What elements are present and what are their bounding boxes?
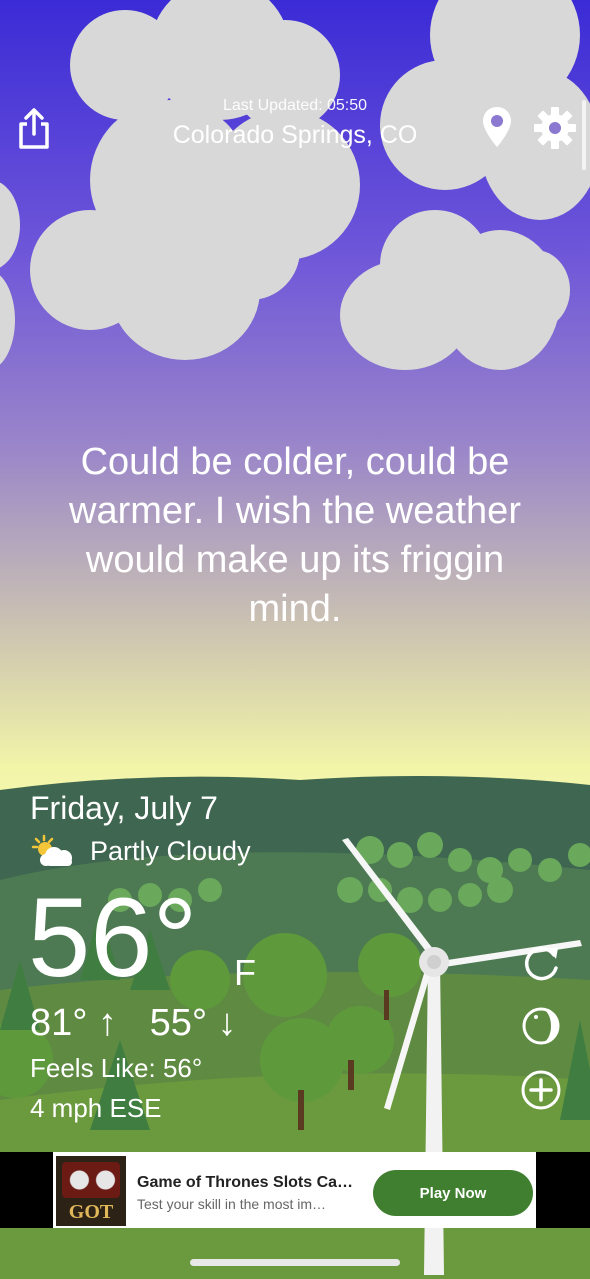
arrow-down-icon: ↓ xyxy=(217,1002,237,1044)
weather-quote: Could be colder, could be warmer. I wish… xyxy=(69,441,521,630)
refresh-icon xyxy=(524,946,558,981)
top-bar: Last Updated: 05:50 Colorado Springs, CO xyxy=(0,95,590,165)
moon-icon xyxy=(522,1007,560,1045)
ad-title: Game of Thrones Slots Ca… xyxy=(137,1174,354,1191)
ad-game-logo[interactable]: GOT xyxy=(56,1156,126,1226)
wind-label: 4 mph ESE xyxy=(30,1093,162,1123)
scroll-indicator xyxy=(582,100,586,170)
ad-banner[interactable]: GOT Game of Thrones Slots Ca… Test your … xyxy=(53,1152,536,1228)
add-circle-icon xyxy=(521,1070,561,1110)
slot-symbols-graphic xyxy=(62,1162,120,1198)
theme-button[interactable] xyxy=(519,1004,563,1048)
add-location-button[interactable] xyxy=(519,1068,563,1112)
location-pin-icon xyxy=(483,107,511,147)
home-indicator[interactable] xyxy=(190,1259,400,1266)
current-temperature: 56° xyxy=(28,875,198,1000)
location-button[interactable] xyxy=(478,103,516,151)
arrow-up-icon: ↑ xyxy=(98,1002,118,1044)
temperature-unit: F xyxy=(234,952,256,993)
feels-like-label: Feels Like: 56° xyxy=(30,1053,203,1083)
ad-play-now-button[interactable]: Play Now xyxy=(373,1170,533,1216)
refresh-button[interactable] xyxy=(519,941,563,985)
cloud-mid-right xyxy=(340,210,580,380)
date-label: Friday, July 7 xyxy=(30,790,218,826)
weather-screen: Last Updated: 05:50 Colorado Springs, CO xyxy=(0,0,590,1279)
condition-row: Partly Cloudy xyxy=(30,834,251,868)
settings-button[interactable] xyxy=(530,103,580,153)
low-temperature: 55° xyxy=(149,1002,208,1044)
high-temperature: 81° xyxy=(30,1002,88,1044)
high-low-row: 81° ↑ 55° ↓ xyxy=(30,1002,237,1045)
cloud-left-edge xyxy=(0,180,20,380)
partly-cloudy-icon xyxy=(31,834,72,866)
ad-subtitle: Test your skill in the most im… xyxy=(137,1196,327,1212)
ad-logo-text: GOT xyxy=(68,1201,114,1223)
gear-icon xyxy=(534,107,576,149)
cloud-top-left xyxy=(30,0,380,380)
condition-label: Partly Cloudy xyxy=(90,835,251,866)
